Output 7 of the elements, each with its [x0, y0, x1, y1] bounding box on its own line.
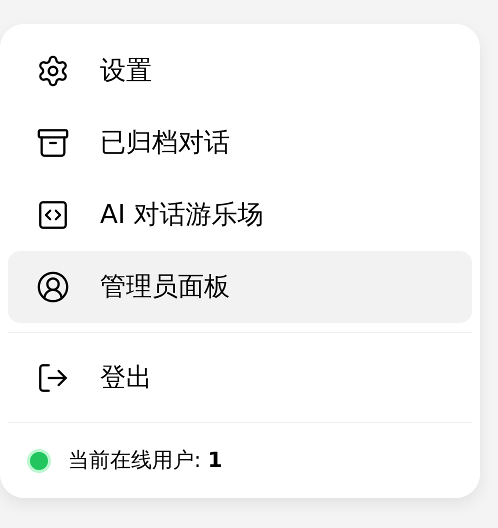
- user-icon: [36, 270, 70, 304]
- code-icon: [36, 198, 70, 232]
- settings-icon: [36, 54, 70, 88]
- archive-icon: [36, 126, 70, 160]
- online-users-text: 当前在线用户: 1: [68, 447, 222, 474]
- logout-icon: [36, 361, 70, 395]
- menu-item[interactable]: 管理员面板: [8, 251, 472, 323]
